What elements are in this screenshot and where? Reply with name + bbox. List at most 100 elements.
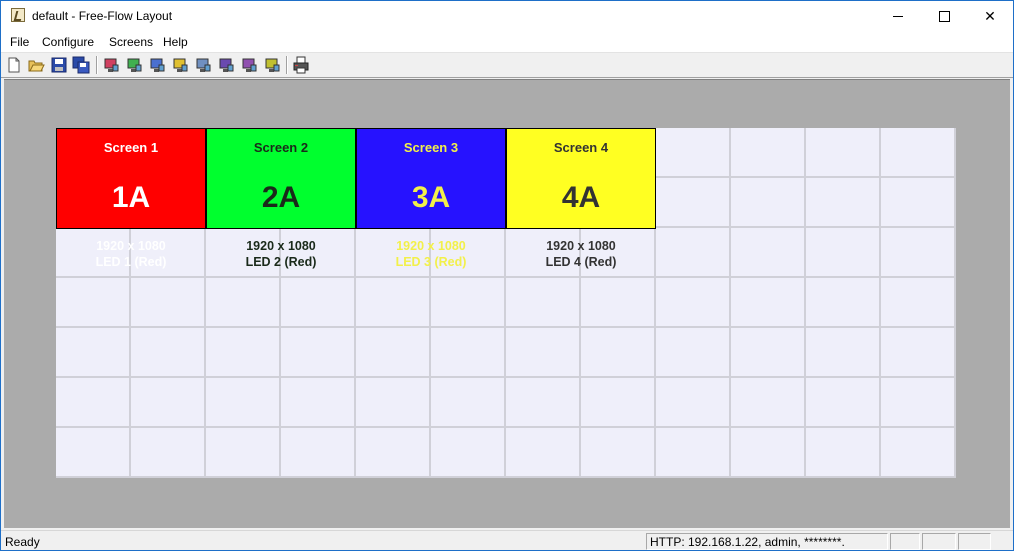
screen-tool-1-icon[interactable]	[102, 56, 120, 74]
layout-workspace[interactable]: Screen 1 1A 1920 x 1080 LED 1 (Red) Screen 2…	[4, 79, 1010, 528]
toolbar-separator	[96, 56, 98, 74]
grid-cell[interactable]	[731, 278, 806, 328]
menu-help[interactable]: Help	[163, 35, 188, 49]
grid-cell[interactable]	[206, 378, 281, 428]
open-icon[interactable]	[27, 56, 45, 74]
grid-cell[interactable]	[431, 428, 506, 478]
grid-cell[interactable]	[881, 328, 956, 378]
app-icon[interactable]	[11, 8, 25, 22]
grid-cell[interactable]	[656, 378, 731, 428]
screen-tile[interactable]: Screen 2 2A 1920 x 1080 LED 2 (Red)	[206, 128, 356, 269]
grid-cell[interactable]	[731, 428, 806, 478]
grid-cell[interactable]	[731, 378, 806, 428]
grid-cell[interactable]	[881, 378, 956, 428]
new-icon[interactable]	[5, 56, 23, 74]
grid-cell[interactable]	[206, 278, 281, 328]
grid-cell[interactable]	[131, 328, 206, 378]
app-window: default - Free-Flow Layout ✕ File Config…	[0, 0, 1014, 551]
grid-cell[interactable]	[356, 428, 431, 478]
grid-cell[interactable]	[881, 428, 956, 478]
grid-cell[interactable]	[281, 428, 356, 478]
grid-cell[interactable]	[731, 228, 806, 278]
grid-cell[interactable]	[356, 378, 431, 428]
grid-cell[interactable]	[206, 428, 281, 478]
screen-tile[interactable]: Screen 3 3A 1920 x 1080 LED 3 (Red)	[356, 128, 506, 269]
status-text: Ready	[5, 535, 40, 549]
grid-cell[interactable]	[281, 328, 356, 378]
screen-tool-3-icon[interactable]	[148, 56, 166, 74]
screen-tool-8-icon[interactable]	[263, 56, 281, 74]
maximize-button[interactable]	[921, 1, 967, 32]
grid-cell[interactable]	[731, 178, 806, 228]
grid-cell[interactable]	[131, 428, 206, 478]
menu-screens[interactable]: Screens	[109, 35, 153, 49]
grid-cell[interactable]	[656, 278, 731, 328]
screen-tool-2-icon[interactable]	[125, 56, 143, 74]
title-bar[interactable]: default - Free-Flow Layout ✕	[1, 1, 1013, 32]
grid-cell[interactable]	[806, 378, 881, 428]
grid-cell[interactable]	[506, 328, 581, 378]
screen-led: LED 4 (Red)	[545, 255, 617, 269]
grid-cell[interactable]	[431, 328, 506, 378]
grid-cell[interactable]	[806, 328, 881, 378]
grid-cell[interactable]	[656, 428, 731, 478]
save-all-icon[interactable]	[72, 56, 90, 74]
menu-configure[interactable]: Configure	[42, 35, 94, 49]
grid-cell[interactable]	[356, 278, 431, 328]
layout-canvas[interactable]: Screen 1 1A 1920 x 1080 LED 1 (Red) Screen 2…	[56, 128, 956, 478]
save-icon[interactable]	[50, 56, 68, 74]
screen-id: 4A	[561, 181, 601, 214]
grid-cell[interactable]	[56, 328, 131, 378]
grid-cell[interactable]	[281, 278, 356, 328]
grid-cell[interactable]	[56, 428, 131, 478]
minimize-button[interactable]	[875, 1, 921, 32]
grid-cell[interactable]	[806, 178, 881, 228]
grid-cell[interactable]	[431, 378, 506, 428]
screen-tool-7-icon[interactable]	[240, 56, 258, 74]
close-icon: ✕	[984, 8, 996, 25]
screen-tile[interactable]: Screen 1 1A 1920 x 1080 LED 1 (Red)	[56, 128, 206, 269]
grid-cell[interactable]	[581, 378, 656, 428]
grid-cell[interactable]	[881, 178, 956, 228]
grid-cell[interactable]	[506, 378, 581, 428]
grid-cell[interactable]	[506, 428, 581, 478]
grid-cell[interactable]	[656, 128, 731, 178]
grid-cell[interactable]	[506, 278, 581, 328]
screen-tool-4-icon[interactable]	[171, 56, 189, 74]
menu-file[interactable]: File	[10, 35, 29, 49]
grid-cell[interactable]	[731, 328, 806, 378]
screen-tool-6-icon[interactable]	[217, 56, 235, 74]
screen-info: 1920 x 1080 LED 1 (Red)	[57, 238, 205, 270]
grid-cell[interactable]	[56, 278, 131, 328]
grid-cell[interactable]	[206, 328, 281, 378]
grid-cell[interactable]	[131, 278, 206, 328]
grid-cell[interactable]	[581, 428, 656, 478]
grid-cell[interactable]	[881, 278, 956, 328]
grid-cell[interactable]	[56, 378, 131, 428]
grid-cell[interactable]	[656, 178, 731, 228]
grid-cell[interactable]	[356, 328, 431, 378]
grid-cell[interactable]	[806, 428, 881, 478]
status-connection: HTTP: 192.168.1.22, admin, ********.	[646, 533, 888, 550]
screen-led: LED 2 (Red)	[245, 255, 317, 269]
screen-resolution: 1920 x 1080	[246, 239, 316, 253]
grid-cell[interactable]	[881, 128, 956, 178]
grid-cell[interactable]	[806, 128, 881, 178]
close-button[interactable]: ✕	[967, 1, 1013, 32]
grid-cell[interactable]	[731, 128, 806, 178]
grid-cell[interactable]	[431, 278, 506, 328]
grid-cell[interactable]	[581, 328, 656, 378]
print-icon[interactable]	[292, 56, 310, 74]
screen-led: LED 3 (Red)	[395, 255, 467, 269]
screen-tool-5-icon[interactable]	[194, 56, 212, 74]
grid-cell[interactable]	[581, 278, 656, 328]
grid-cell[interactable]	[656, 228, 731, 278]
grid-cell[interactable]	[881, 228, 956, 278]
screen-name: Screen 2	[253, 140, 309, 155]
grid-cell[interactable]	[806, 228, 881, 278]
grid-cell[interactable]	[281, 378, 356, 428]
screen-tile[interactable]: Screen 4 4A 1920 x 1080 LED 4 (Red)	[506, 128, 656, 269]
grid-cell[interactable]	[131, 378, 206, 428]
grid-cell[interactable]	[806, 278, 881, 328]
grid-cell[interactable]	[656, 328, 731, 378]
